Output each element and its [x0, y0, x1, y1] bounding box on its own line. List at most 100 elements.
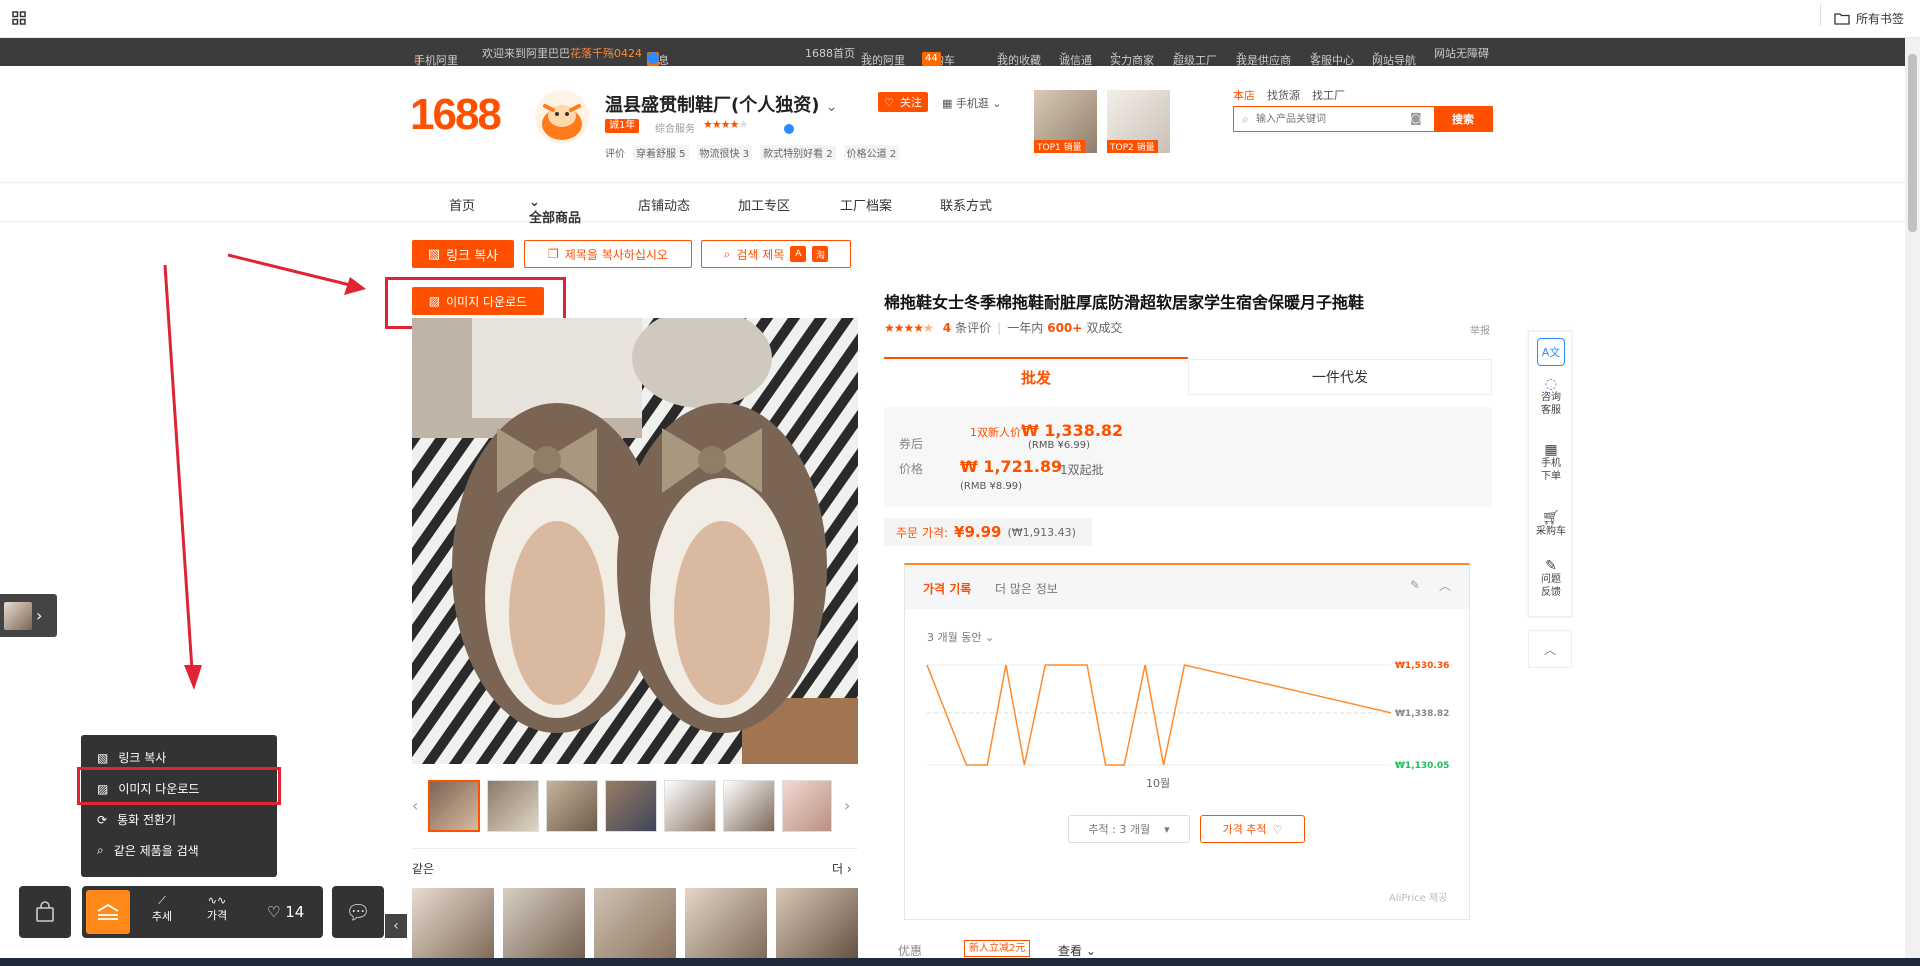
- discount-view-link[interactable]: 查看 ⌄: [1058, 942, 1096, 959]
- supplier-link[interactable]: 我是供应商 ⌄: [1236, 45, 1291, 67]
- related-more-link[interactable]: 더 ›: [832, 860, 852, 877]
- sales-prefix: 一年内: [1007, 321, 1044, 335]
- thumbnail-3[interactable]: [546, 780, 598, 832]
- nav-shop-news[interactable]: 店铺动态: [638, 195, 690, 214]
- price-button[interactable]: ∿∿ 가격: [194, 894, 240, 923]
- search-tab-factory[interactable]: 找工厂: [1312, 87, 1345, 103]
- tab-price-history[interactable]: 가격 기록: [923, 580, 971, 597]
- track-price-button[interactable]: 가격 추적 ♡: [1200, 815, 1305, 843]
- translate-icon[interactable]: A文: [1537, 338, 1565, 366]
- thumbs-prev-icon[interactable]: ‹: [412, 796, 418, 815]
- link-icon: ▧: [97, 750, 109, 765]
- chengxintong-link[interactable]: 诚信通 ⌄: [1059, 45, 1092, 67]
- follow-button[interactable]: ♡ 关注: [878, 92, 928, 112]
- thumbnail-4[interactable]: [605, 780, 657, 832]
- thumbnail-2[interactable]: [487, 780, 539, 832]
- menu-search-same[interactable]: ⌕ 같은 제품을 검색: [97, 842, 199, 859]
- collapse-icon[interactable]: ︿: [1439, 577, 1451, 594]
- years-badge: 诚1年: [605, 119, 640, 133]
- thumbnail-5[interactable]: [664, 780, 716, 832]
- site-logo[interactable]: 1688: [410, 90, 502, 140]
- favorites-link[interactable]: 我的收藏 ⌄: [997, 45, 1041, 67]
- edit-icon[interactable]: ✎: [1410, 578, 1420, 592]
- price-line: [926, 664, 1392, 766]
- thumbnail-1[interactable]: [428, 780, 480, 832]
- collapse-toolbar-button[interactable]: ‹: [385, 914, 407, 938]
- coupon-label: 券后: [899, 437, 924, 451]
- page-scrollbar[interactable]: [1905, 38, 1920, 966]
- shop-name[interactable]: 温县盛贯制鞋厂(个人独资) ⌄: [605, 91, 837, 117]
- site-nav-link[interactable]: 网站导航 ⌄: [1372, 45, 1416, 67]
- menu-currency-converter[interactable]: ⟳ 통화 전환기: [97, 811, 176, 828]
- review-label: 条评价: [955, 321, 992, 335]
- top2-product-thumb[interactable]: TOP2 销量: [1107, 90, 1170, 153]
- service-center-link[interactable]: 客服中心 ⌄: [1310, 45, 1354, 67]
- apps-grid-icon[interactable]: [12, 11, 26, 25]
- sidebar-mobile-order[interactable]: ▦ 手机下单: [1529, 443, 1573, 483]
- download-image-button[interactable]: ▨ 이미지 다운로드: [412, 287, 544, 315]
- related-item-5[interactable]: [776, 888, 858, 966]
- home-link[interactable]: 1688首页: [805, 45, 855, 61]
- chat-icon: ◌: [1544, 376, 1558, 392]
- back-to-top-button[interactable]: ︿: [1528, 630, 1572, 668]
- bag-button[interactable]: [19, 886, 71, 938]
- welcome-text: 欢迎来到阿里巴巴: [482, 47, 570, 60]
- strong-merchant-link[interactable]: 实力商家 ⌄: [1110, 45, 1154, 67]
- annotation-arrows: [163, 253, 366, 690]
- nav-contact[interactable]: 联系方式: [940, 195, 992, 214]
- thumbs-next-icon[interactable]: ›: [844, 796, 850, 815]
- search-tab-source[interactable]: 找货源: [1267, 87, 1300, 103]
- shop-avatar[interactable]: [535, 90, 589, 144]
- report-link[interactable]: 举报: [1470, 322, 1490, 337]
- top1-product-thumb[interactable]: TOP1 销量: [1034, 90, 1097, 153]
- bookmark-bar: 所有书签: [0, 0, 1920, 38]
- tab-wholesale[interactable]: 批发: [884, 357, 1188, 395]
- related-item-1[interactable]: [412, 888, 494, 966]
- tab-more-info[interactable]: 더 많은 정보: [995, 580, 1058, 597]
- user-name-link[interactable]: 花落千殇0424: [570, 45, 642, 61]
- sidebar-feedback[interactable]: ✎ 问题反馈: [1529, 559, 1573, 599]
- copy-link-button[interactable]: ▧ 링크 복사: [412, 240, 514, 268]
- related-item-4[interactable]: [685, 888, 767, 966]
- nav-home[interactable]: 首页: [449, 195, 475, 214]
- sidebar-cart[interactable]: 🛒︎ 采购车: [1529, 511, 1573, 538]
- wangwang-icon[interactable]: [784, 124, 794, 134]
- caret-down-icon: ▾: [1164, 822, 1170, 836]
- camera-icon[interactable]: ◙: [1410, 111, 1422, 125]
- search-title-button[interactable]: ⌕ 검색 제목 A 淘: [701, 240, 851, 268]
- menu-copy-link[interactable]: ▧ 링크 복사: [97, 749, 166, 766]
- nav-processing[interactable]: 加工专区: [738, 195, 790, 214]
- main-product-image[interactable]: [412, 318, 858, 764]
- super-factory-link[interactable]: 超级工厂 ⌄: [1173, 45, 1217, 67]
- my-ali-link[interactable]: 我的阿里 ⌄: [861, 45, 905, 67]
- track-period-select[interactable]: 추적 : 3 개월 ▾: [1068, 815, 1190, 843]
- all-bookmarks-button[interactable]: 所有书签: [1834, 10, 1904, 27]
- nav-factory-profile[interactable]: 工厂档案: [840, 195, 892, 214]
- tab-dropship[interactable]: 一件代发: [1188, 359, 1492, 395]
- home-toolbar-button[interactable]: [86, 890, 130, 934]
- taskbar-strip: [0, 958, 1920, 966]
- scrollbar-thumb[interactable]: [1908, 54, 1917, 232]
- cart-link[interactable]: 采购车 44 ⌄: [922, 45, 955, 67]
- sidebar-customer-service[interactable]: ◌ 咨询客服: [1529, 376, 1573, 417]
- thumbnail-6[interactable]: [723, 780, 775, 832]
- search-input[interactable]: [1256, 110, 1416, 128]
- trend-button[interactable]: ⟋ 추세: [140, 894, 184, 924]
- related-item-3[interactable]: [594, 888, 676, 966]
- chat-bubble-icon: 💬︎: [345, 900, 371, 924]
- search-button[interactable]: 搜索: [1434, 106, 1492, 132]
- likes-button[interactable]: ♡ 14: [267, 903, 304, 921]
- copy-title-button[interactable]: ❐ 제목을 복사하십시오: [524, 240, 692, 268]
- period-select[interactable]: 3 개월 동안 ⌄: [927, 629, 994, 645]
- thumbnail-7[interactable]: [782, 780, 832, 832]
- shop-nav: 首页 全部商品 ⌄ 店铺动态 加工专区 工厂档案 联系方式: [0, 182, 1905, 226]
- search-tab-shop[interactable]: 本店: [1233, 87, 1255, 103]
- review-count[interactable]: 4: [943, 321, 951, 335]
- nav-all-products[interactable]: 全部商品 ⌄: [529, 195, 581, 226]
- left-floating-preview[interactable]: ›: [0, 594, 57, 637]
- extension-popup-menu: ▧ 링크 복사 ▨ 이미지 다운로드 ⟳ 통화 전환기 ⌕ 같은 제품을 검색: [81, 735, 277, 877]
- chat-button[interactable]: 💬︎: [332, 886, 384, 938]
- related-item-2[interactable]: [503, 888, 585, 966]
- accessibility-link[interactable]: 网站无障碍: [1434, 45, 1489, 61]
- mobile-browse-link[interactable]: ▦ 手机逛 ⌄: [942, 95, 1002, 111]
